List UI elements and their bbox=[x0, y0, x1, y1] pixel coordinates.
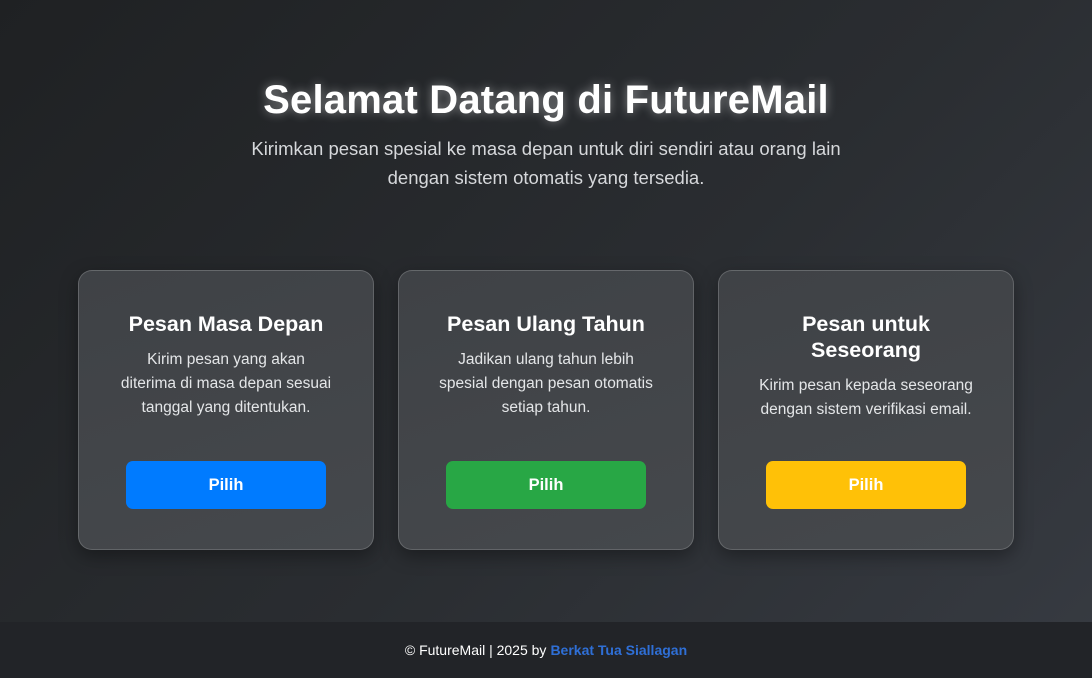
footer-copyright: © FutureMail | 2025 by bbox=[404, 642, 547, 658]
card-someone-message: Pesan untuk Seseorang Kirim pesan kepada… bbox=[718, 270, 1014, 550]
card-title: Pesan Masa Depan bbox=[128, 312, 324, 336]
page-subtitle: Kirimkan pesan spesial ke masa depan unt… bbox=[251, 138, 841, 188]
hero-section: Selamat Datang di FutureMail Kirimkan pe… bbox=[0, 78, 1092, 192]
card-title: Pesan untuk Seseorang bbox=[802, 312, 930, 362]
page-title: Selamat Datang di FutureMail bbox=[263, 78, 829, 122]
select-future-message-button[interactable]: Pilih bbox=[126, 461, 326, 509]
select-birthday-message-button[interactable]: Pilih bbox=[446, 461, 646, 509]
card-birthday-message: Pesan Ulang Tahun Jadikan ulang tahun le… bbox=[398, 270, 694, 550]
card-future-message: Pesan Masa Depan Kirim pesan yang akan d… bbox=[78, 270, 374, 550]
author-link[interactable]: Berkat Tua Siallagan bbox=[550, 642, 687, 658]
footer: © FutureMail | 2025 by Berkat Tua Sialla… bbox=[0, 622, 1092, 678]
message-type-cards: Pesan Masa Depan Kirim pesan yang akan d… bbox=[78, 270, 1014, 550]
card-title: Pesan Ulang Tahun bbox=[447, 312, 645, 336]
card-description: Kirim pesan yang akan diterima di masa d… bbox=[120, 351, 332, 416]
select-someone-message-button[interactable]: Pilih bbox=[766, 461, 966, 509]
card-description: Kirim pesan kepada seseorang dengan sist… bbox=[759, 377, 973, 418]
card-description: Jadikan ulang tahun lebih spesial dengan… bbox=[439, 351, 653, 416]
